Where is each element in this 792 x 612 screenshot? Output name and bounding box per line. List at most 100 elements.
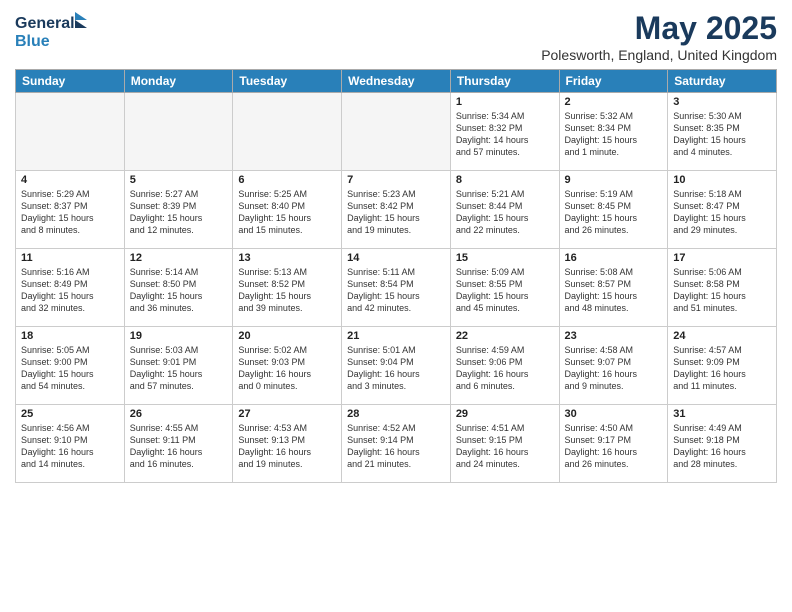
day-number: 29 xyxy=(456,408,554,420)
calendar-cell: 18 Sunrise: 5:05 AM Sunset: 9:00 PM Dayli… xyxy=(16,327,125,405)
day-info: Sunrise: 5:08 AM Sunset: 8:57 PM Dayligh… xyxy=(565,266,663,315)
calendar-cell: 16Sunrise: 5:08 AM Sunset: 8:57 PM Dayli… xyxy=(559,249,668,327)
day-info: Sunrise: 5:34 AM Sunset: 8:32 PM Dayligh… xyxy=(456,110,554,159)
day-info: Sunrise: 5:32 AM Sunset: 8:34 PM Dayligh… xyxy=(565,110,663,159)
day-info: Sunrise: 4:49 AM Sunset: 9:18 PM Dayligh… xyxy=(673,422,771,471)
calendar-cell: 3Sunrise: 5:30 AM Sunset: 8:35 PM Daylig… xyxy=(668,93,777,171)
calendar-cell: 21 Sunrise: 5:01 AM Sunset: 9:04 PM Dayli… xyxy=(342,327,451,405)
col-wednesday: Wednesday xyxy=(342,70,451,93)
day-info: Sunrise: 5:21 AM Sunset: 8:44 PM Dayligh… xyxy=(456,188,554,237)
day-number: 1 xyxy=(456,96,554,108)
day-number: 19 xyxy=(130,330,228,342)
calendar-cell: 2 Sunrise: 5:32 AM Sunset: 8:34 PM Daylig… xyxy=(559,93,668,171)
day-info: Sunrise: 5:14 AM Sunset: 8:50 PM Dayligh… xyxy=(130,266,228,315)
calendar-cell xyxy=(233,93,342,171)
col-sunday: Sunday xyxy=(16,70,125,93)
day-number: 18 xyxy=(21,330,119,342)
day-number: 25 xyxy=(21,408,119,420)
day-info: Sunrise: 5:25 AM Sunset: 8:40 PM Dayligh… xyxy=(238,188,336,237)
title-block: May 2025 Polesworth, England, United Kin… xyxy=(541,10,777,63)
calendar-cell: 10Sunrise: 5:18 AM Sunset: 8:47 PM Dayli… xyxy=(668,171,777,249)
day-number: 23 xyxy=(565,330,663,342)
calendar-cell: 17 Sunrise: 5:06 AM Sunset: 8:58 PM Dayli… xyxy=(668,249,777,327)
location: Polesworth, England, United Kingdom xyxy=(541,47,777,63)
day-number: 5 xyxy=(130,174,228,186)
day-number: 2 xyxy=(565,96,663,108)
calendar-cell: 5 Sunrise: 5:27 AM Sunset: 8:39 PM Daylig… xyxy=(124,171,233,249)
month-title: May 2025 xyxy=(541,10,777,47)
calendar-cell: 12 Sunrise: 5:14 AM Sunset: 8:50 PM Dayli… xyxy=(124,249,233,327)
day-number: 9 xyxy=(565,174,663,186)
calendar-cell: 22 Sunrise: 4:59 AM Sunset: 9:06 PM Dayli… xyxy=(450,327,559,405)
calendar-cell: 11 Sunrise: 5:16 AM Sunset: 8:49 PM Dayli… xyxy=(16,249,125,327)
calendar-cell xyxy=(342,93,451,171)
day-number: 24 xyxy=(673,330,771,342)
day-number: 21 xyxy=(347,330,445,342)
day-number: 15 xyxy=(456,252,554,264)
calendar-cell xyxy=(16,93,125,171)
calendar-cell: 23Sunrise: 4:58 AM Sunset: 9:07 PM Dayli… xyxy=(559,327,668,405)
logo-icon: GeneralBlue xyxy=(15,10,95,52)
day-info: Sunrise: 5:23 AM Sunset: 8:42 PM Dayligh… xyxy=(347,188,445,237)
calendar-cell xyxy=(124,93,233,171)
day-number: 30 xyxy=(565,408,663,420)
day-number: 11 xyxy=(21,252,119,264)
calendar-cell: 1 Sunrise: 5:34 AM Sunset: 8:32 PM Daylig… xyxy=(450,93,559,171)
day-number: 17 xyxy=(673,252,771,264)
day-number: 22 xyxy=(456,330,554,342)
day-number: 28 xyxy=(347,408,445,420)
day-info: Sunrise: 5:29 AM Sunset: 8:37 PM Dayligh… xyxy=(21,188,119,237)
day-info: Sunrise: 4:51 AM Sunset: 9:15 PM Dayligh… xyxy=(456,422,554,471)
day-number: 12 xyxy=(130,252,228,264)
calendar-cell: 8Sunrise: 5:21 AM Sunset: 8:44 PM Daylig… xyxy=(450,171,559,249)
calendar-cell: 9 Sunrise: 5:19 AM Sunset: 8:45 PM Daylig… xyxy=(559,171,668,249)
day-number: 31 xyxy=(673,408,771,420)
calendar-cell: 19Sunrise: 5:03 AM Sunset: 9:01 PM Dayli… xyxy=(124,327,233,405)
calendar-cell: 28Sunrise: 4:52 AM Sunset: 9:14 PM Dayli… xyxy=(342,405,451,483)
day-info: Sunrise: 5:01 AM Sunset: 9:04 PM Dayligh… xyxy=(347,344,445,393)
day-info: Sunrise: 5:27 AM Sunset: 8:39 PM Dayligh… xyxy=(130,188,228,237)
calendar-cell: 24 Sunrise: 4:57 AM Sunset: 9:09 PM Dayli… xyxy=(668,327,777,405)
calendar-cell: 25 Sunrise: 4:56 AM Sunset: 9:10 PM Dayli… xyxy=(16,405,125,483)
day-number: 6 xyxy=(238,174,336,186)
week-row-1: 1 Sunrise: 5:34 AM Sunset: 8:32 PM Daylig… xyxy=(16,93,777,171)
logo: GeneralBlue xyxy=(15,10,95,52)
col-saturday: Saturday xyxy=(668,70,777,93)
day-info: Sunrise: 5:06 AM Sunset: 8:58 PM Dayligh… xyxy=(673,266,771,315)
calendar-cell: 4Sunrise: 5:29 AM Sunset: 8:37 PM Daylig… xyxy=(16,171,125,249)
day-info: Sunrise: 5:19 AM Sunset: 8:45 PM Dayligh… xyxy=(565,188,663,237)
day-info: Sunrise: 5:18 AM Sunset: 8:47 PM Dayligh… xyxy=(673,188,771,237)
day-number: 20 xyxy=(238,330,336,342)
calendar-cell: 26 Sunrise: 4:55 AM Sunset: 9:11 PM Dayli… xyxy=(124,405,233,483)
week-row-2: 4Sunrise: 5:29 AM Sunset: 8:37 PM Daylig… xyxy=(16,171,777,249)
col-friday: Friday xyxy=(559,70,668,93)
day-number: 27 xyxy=(238,408,336,420)
week-row-5: 25 Sunrise: 4:56 AM Sunset: 9:10 PM Dayli… xyxy=(16,405,777,483)
week-row-3: 11 Sunrise: 5:16 AM Sunset: 8:49 PM Dayli… xyxy=(16,249,777,327)
day-info: Sunrise: 5:02 AM Sunset: 9:03 PM Dayligh… xyxy=(238,344,336,393)
day-info: Sunrise: 4:56 AM Sunset: 9:10 PM Dayligh… xyxy=(21,422,119,471)
calendar-cell: 6 Sunrise: 5:25 AM Sunset: 8:40 PM Daylig… xyxy=(233,171,342,249)
col-tuesday: Tuesday xyxy=(233,70,342,93)
calendar-table: Sunday Monday Tuesday Wednesday Thursday… xyxy=(15,69,777,483)
week-row-4: 18 Sunrise: 5:05 AM Sunset: 9:00 PM Dayli… xyxy=(16,327,777,405)
day-info: Sunrise: 5:05 AM Sunset: 9:00 PM Dayligh… xyxy=(21,344,119,393)
svg-text:Blue: Blue xyxy=(15,33,50,50)
col-monday: Monday xyxy=(124,70,233,93)
calendar-cell: 29 Sunrise: 4:51 AM Sunset: 9:15 PM Dayli… xyxy=(450,405,559,483)
day-info: Sunrise: 4:53 AM Sunset: 9:13 PM Dayligh… xyxy=(238,422,336,471)
col-thursday: Thursday xyxy=(450,70,559,93)
calendar-cell: 7 Sunrise: 5:23 AM Sunset: 8:42 PM Daylig… xyxy=(342,171,451,249)
day-info: Sunrise: 5:16 AM Sunset: 8:49 PM Dayligh… xyxy=(21,266,119,315)
day-info: Sunrise: 4:59 AM Sunset: 9:06 PM Dayligh… xyxy=(456,344,554,393)
day-info: Sunrise: 4:57 AM Sunset: 9:09 PM Dayligh… xyxy=(673,344,771,393)
day-number: 3 xyxy=(673,96,771,108)
day-info: Sunrise: 5:09 AM Sunset: 8:55 PM Dayligh… xyxy=(456,266,554,315)
day-number: 26 xyxy=(130,408,228,420)
day-info: Sunrise: 4:50 AM Sunset: 9:17 PM Dayligh… xyxy=(565,422,663,471)
day-number: 7 xyxy=(347,174,445,186)
page-container: GeneralBlue May 2025 Polesworth, England… xyxy=(0,0,792,612)
day-info: Sunrise: 5:11 AM Sunset: 8:54 PM Dayligh… xyxy=(347,266,445,315)
calendar-body: 1 Sunrise: 5:34 AM Sunset: 8:32 PM Daylig… xyxy=(16,93,777,483)
day-info: Sunrise: 4:55 AM Sunset: 9:11 PM Dayligh… xyxy=(130,422,228,471)
